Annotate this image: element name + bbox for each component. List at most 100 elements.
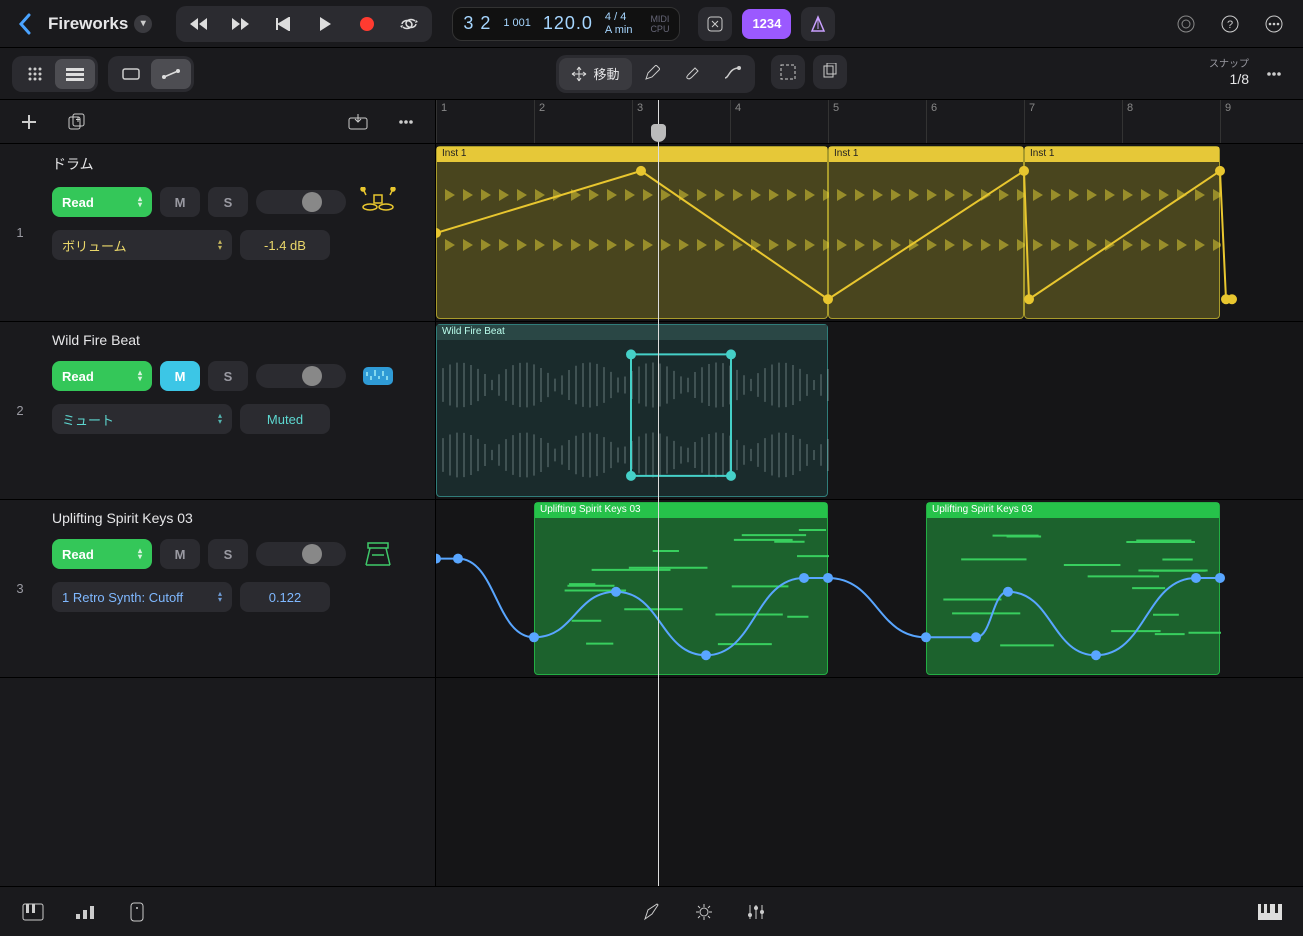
- region[interactable]: Inst 1: [1024, 146, 1220, 319]
- bottombar: [0, 886, 1303, 936]
- automation-value[interactable]: Muted: [240, 404, 330, 434]
- solo-button[interactable]: S: [208, 361, 248, 391]
- help-button[interactable]: ?: [1213, 7, 1247, 41]
- lane[interactable]: Inst 1Inst 1Inst 1: [436, 144, 1303, 322]
- ruler-bar: 9: [1220, 100, 1235, 143]
- record-icon: [360, 17, 374, 31]
- automation-mode-selector[interactable]: Read▴▾: [52, 539, 152, 569]
- view-toggle-group-2: [108, 56, 194, 92]
- volume-slider[interactable]: [256, 364, 346, 388]
- project-title[interactable]: Fireworks ▾: [48, 14, 152, 34]
- track-header[interactable]: 1 ドラム Read▴▾ M S ボリューム▴▾ -1.4 dB: [0, 144, 435, 322]
- mixer-icon[interactable]: [68, 895, 102, 929]
- back-button[interactable]: [12, 7, 38, 41]
- region[interactable]: Uplifting Spirit Keys 03: [926, 502, 1220, 675]
- automation-value[interactable]: 0.122: [240, 582, 330, 612]
- clear-icon-button[interactable]: [698, 7, 732, 41]
- volume-slider[interactable]: [256, 190, 346, 214]
- device-icon[interactable]: [120, 895, 154, 929]
- snap-display[interactable]: スナップ 1/8: [1209, 59, 1249, 88]
- forward-button[interactable]: [221, 9, 261, 39]
- brush-tool[interactable]: [672, 58, 712, 88]
- region[interactable]: Inst 1: [436, 146, 828, 319]
- pencil-tool[interactable]: [632, 58, 672, 88]
- more-button[interactable]: [1257, 7, 1291, 41]
- piano-roll-icon[interactable]: [16, 895, 50, 929]
- automation-value[interactable]: -1.4 dB: [240, 230, 330, 260]
- record-button[interactable]: [347, 9, 387, 39]
- region[interactable]: Wild Fire Beat: [436, 324, 828, 497]
- cycle-button[interactable]: [389, 9, 429, 39]
- lcd-key: A min: [605, 24, 633, 36]
- play-button[interactable]: [305, 9, 345, 39]
- lane[interactable]: Uplifting Spirit Keys 03 Uplifting Spirit…: [436, 500, 1303, 678]
- edit-icon[interactable]: [635, 895, 669, 929]
- metronome-button[interactable]: [801, 7, 835, 41]
- region[interactable]: Inst 1: [828, 146, 1024, 319]
- app-root: Fireworks ▾ 3 2 1 001 120.0 4 / 4 A min …: [0, 0, 1303, 936]
- track-name: ドラム: [52, 154, 423, 174]
- duplicate-track-button[interactable]: [60, 105, 94, 139]
- sync-icon[interactable]: [1169, 7, 1203, 41]
- volume-slider[interactable]: [256, 542, 346, 566]
- settings-gear-icon[interactable]: [687, 895, 721, 929]
- ruler-bar: 7: [1024, 100, 1039, 143]
- region-label: Inst 1: [1025, 147, 1219, 162]
- lcd-display[interactable]: 3 2 1 001 120.0 4 / 4 A min MIDI CPU: [452, 7, 680, 41]
- import-button[interactable]: [341, 105, 375, 139]
- marquee-tool[interactable]: [771, 55, 805, 89]
- region-label: Wild Fire Beat: [437, 325, 827, 340]
- instrument-icon: [358, 182, 398, 222]
- tuner-button[interactable]: 1234: [742, 9, 791, 39]
- solo-button[interactable]: S: [208, 187, 248, 217]
- ruler[interactable]: 123456789: [436, 100, 1303, 144]
- transport-controls: [176, 6, 432, 42]
- copy-tool[interactable]: [813, 55, 847, 89]
- track-header[interactable]: 3 Uplifting Spirit Keys 03 Read▴▾ M S 1 …: [0, 500, 435, 678]
- add-track-button[interactable]: [12, 105, 46, 139]
- instrument-icon: [358, 534, 398, 574]
- view-rect-icon[interactable]: [111, 59, 151, 89]
- rewind-button[interactable]: [179, 9, 219, 39]
- sliders-icon[interactable]: [739, 895, 773, 929]
- track-index: 2: [0, 322, 40, 499]
- region[interactable]: Uplifting Spirit Keys 03: [534, 502, 828, 675]
- tracks-panel: 1 ドラム Read▴▾ M S ボリューム▴▾ -1.4 dB 2 Wild …: [0, 100, 436, 886]
- automation-mode-selector[interactable]: Read▴▾: [52, 187, 152, 217]
- lcd-midi-label: MIDI: [650, 14, 669, 24]
- mute-button[interactable]: M: [160, 361, 200, 391]
- chevron-down-icon: ▾: [134, 15, 152, 33]
- automation-param-selector[interactable]: 1 Retro Synth: Cutoff▴▾: [52, 582, 232, 612]
- region-label: Inst 1: [437, 147, 827, 162]
- toolbar-more-button[interactable]: [1257, 57, 1291, 91]
- track-name: Uplifting Spirit Keys 03: [52, 510, 423, 526]
- automation-mode-selector[interactable]: Read▴▾: [52, 361, 152, 391]
- svg-text:?: ?: [1227, 19, 1233, 31]
- lcd-time-sig: 4 / 4: [605, 11, 633, 23]
- mute-button[interactable]: M: [160, 539, 200, 569]
- tracks-more-button[interactable]: [389, 105, 423, 139]
- curve-tool[interactable]: [712, 58, 752, 88]
- view-list-icon[interactable]: [55, 59, 95, 89]
- keyboard-icon[interactable]: [1253, 895, 1287, 929]
- mute-button[interactable]: M: [160, 187, 200, 217]
- move-tool[interactable]: 移動: [559, 58, 631, 90]
- lcd-position-bar: 3 2: [463, 13, 491, 34]
- automation-param-selector[interactable]: ボリューム▴▾: [52, 230, 232, 260]
- solo-button[interactable]: S: [208, 539, 248, 569]
- track-index: 3: [0, 500, 40, 677]
- ruler-bar: 5: [828, 100, 843, 143]
- playhead[interactable]: [658, 100, 659, 886]
- tool-group-center: 移動: [194, 55, 1209, 93]
- automation-view-icon[interactable]: [151, 59, 191, 89]
- track-header[interactable]: 2 Wild Fire Beat Read▴▾ M S ミュート▴▾ Muted: [0, 322, 435, 500]
- go-to-start-button[interactable]: [263, 9, 303, 39]
- lanes: Inst 1Inst 1Inst 1Wild Fire BeatUpliftin…: [436, 144, 1303, 678]
- timeline[interactable]: 123456789 Inst 1Inst 1Inst 1Wild Fire Be…: [436, 100, 1303, 886]
- lane[interactable]: Wild Fire Beat: [436, 322, 1303, 500]
- automation-param-selector[interactable]: ミュート▴▾: [52, 404, 232, 434]
- project-title-text: Fireworks: [48, 14, 128, 34]
- lcd-cpu-label: CPU: [650, 24, 669, 34]
- ruler-bar: 1: [436, 100, 451, 143]
- view-grid-icon[interactable]: [15, 59, 55, 89]
